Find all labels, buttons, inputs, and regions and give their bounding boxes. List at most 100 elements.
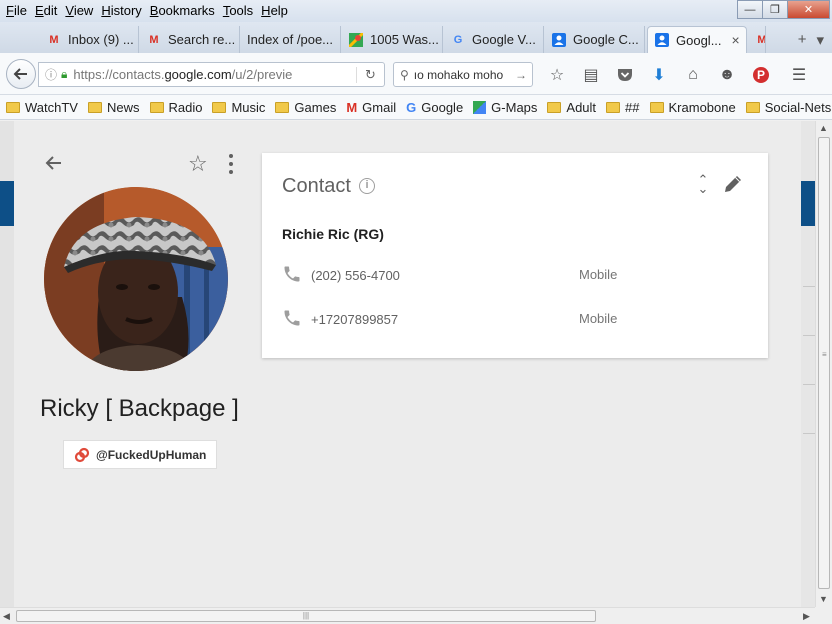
phone-number: +17207899857 — [311, 312, 399, 327]
hamburger-menu-icon[interactable]: ☰ — [782, 62, 816, 87]
gmail-icon: M — [49, 33, 59, 46]
bookmark-label: Social-Nets — [764, 99, 832, 115]
reading-list-icon[interactable]: ▤ — [574, 62, 608, 87]
close-tab-icon[interactable]: × — [732, 32, 740, 48]
bookmark-music[interactable]: Music — [212, 100, 265, 115]
star-icon[interactable]: ☆ — [188, 151, 208, 177]
social-handle: @FuckedUpHuman — [96, 447, 207, 462]
right-edge-panel — [801, 121, 815, 607]
folder-icon — [212, 101, 227, 113]
gmail-icon: M — [149, 33, 159, 46]
search-go-icon[interactable]: → — [510, 68, 532, 82]
contacts-icon — [551, 32, 567, 48]
page-content: ☆ Ricky [ Backpage] @FuckedUpHuman Cont… — [0, 121, 815, 607]
horizontal-scrollbar[interactable]: ◀ ||| ▶ — [0, 607, 815, 624]
tab-label: Google C... — [573, 32, 639, 47]
contact-top-actions: ☆ — [44, 151, 244, 179]
scroll-up-icon[interactable]: ▲ — [819, 123, 828, 133]
scroll-right-icon[interactable]: ▶ — [803, 611, 810, 622]
home-icon[interactable]: ⌂ — [676, 62, 710, 87]
expand-collapse-icon[interactable]: ⌃ ⌄ — [696, 173, 710, 195]
lock-icon: 🔒︎ — [61, 67, 68, 81]
search-box[interactable]: ⚲ ıo mohako moho → — [393, 62, 533, 87]
menu-help[interactable]: Help — [259, 2, 294, 18]
download-icon[interactable]: ⬇ — [642, 62, 676, 87]
menu-edit[interactable]: Edit — [33, 2, 63, 18]
back-arrow-icon[interactable] — [44, 153, 64, 179]
tab-controls: + ▾ — [798, 26, 832, 53]
smiley-icon[interactable]: ☻ — [710, 62, 744, 87]
gmail-icon: M — [757, 33, 766, 46]
bookmark-radio[interactable]: Radio — [149, 99, 203, 115]
pocket-icon[interactable] — [608, 62, 642, 87]
menu-bookmarks[interactable]: Bookmarks — [148, 2, 221, 18]
bookmark-label: Music — [231, 99, 266, 115]
bookmark-games[interactable]: Games — [275, 100, 336, 115]
tab-index[interactable]: Index of /poe... — [241, 26, 341, 53]
bookmark-g-maps[interactable]: G-Maps — [473, 100, 537, 115]
row-divider — [803, 433, 815, 434]
phone-icon — [282, 308, 302, 333]
tab-search-results[interactable]: M Search re... — [140, 26, 240, 53]
scrollbar-corner — [815, 607, 832, 624]
tab-inbox[interactable]: M Inbox (9) ... — [40, 26, 139, 53]
bookmark-hash[interactable]: ## — [606, 100, 640, 115]
google-icon: G — [406, 99, 417, 115]
tab-label: Index of /poe... — [247, 32, 334, 47]
bookmark-watchtv[interactable]: WatchTV — [6, 100, 78, 115]
bookmark-star-icon[interactable]: ☆ — [540, 62, 574, 87]
phone-row[interactable]: +17207899857 Mobile — [282, 308, 752, 332]
vertical-scrollbar[interactable]: ▲ ≡ ▼ — [815, 121, 832, 607]
tab-google-voice[interactable]: G Google V... — [444, 26, 544, 53]
reload-icon[interactable]: ↻ — [356, 66, 384, 83]
folder-icon — [649, 101, 664, 113]
row-divider — [803, 286, 815, 287]
menu-file[interactable]: File — [4, 2, 33, 18]
tab-contact-active[interactable]: Googl... × — [647, 26, 747, 53]
bookmark-adult[interactable]: Adult — [547, 100, 596, 115]
bookmark-gmail[interactable]: M Gmail — [346, 100, 396, 115]
window-controls: — ❐ ✕ — [737, 0, 830, 19]
new-tab-icon[interactable]: + — [798, 31, 807, 48]
menu-history[interactable]: History — [99, 2, 147, 18]
bookmark-label: News — [106, 99, 140, 115]
horizontal-scroll-thumb[interactable]: ||| — [16, 610, 596, 622]
bookmark-kramobone[interactable]: Kramobone — [649, 100, 736, 115]
tab-label: Google V... — [472, 32, 536, 47]
bookmark-google[interactable]: G Google — [406, 100, 463, 115]
phone-number: (202) 556-4700 — [311, 268, 400, 283]
pinterest-icon[interactable]: P — [744, 62, 778, 87]
bookmark-label: Gmail — [362, 99, 397, 115]
tab-gmail-overflow[interactable]: M — [750, 26, 766, 53]
url-text[interactable]: https://contacts.google.com/u/2/previe — [73, 67, 356, 82]
scroll-down-icon[interactable]: ▼ — [819, 594, 828, 604]
restore-button[interactable]: ❐ — [762, 0, 788, 19]
tab-list-icon[interactable]: ▾ — [816, 31, 824, 49]
tab-google-contacts[interactable]: Google C... — [545, 26, 645, 53]
info-icon[interactable]: i — [359, 178, 375, 194]
phone-row[interactable]: (202) 556-4700 Mobile — [282, 264, 752, 288]
more-options-icon[interactable] — [228, 154, 234, 174]
svg-text:P: P — [757, 68, 765, 82]
social-handle-chip[interactable]: @FuckedUpHuman — [63, 440, 218, 469]
browser-back-button[interactable] — [6, 59, 36, 89]
google-icon: G — [453, 33, 463, 46]
scroll-left-icon[interactable]: ◀ — [3, 611, 10, 622]
bookmark-news[interactable]: News — [87, 99, 140, 115]
bookmark-social-nets[interactable]: Social-Nets — [745, 99, 832, 115]
info-page-icon[interactable]: ⓘ — [45, 66, 57, 83]
menu-tools[interactable]: Tools — [221, 2, 259, 18]
tab-maps[interactable]: 1005 Was... — [342, 26, 443, 53]
address-bar[interactable]: ⓘ 🔒︎ https://contacts.google.com/u/2/pre… — [38, 62, 385, 87]
menu-view[interactable]: View — [63, 2, 99, 18]
vertical-scroll-thumb[interactable]: ≡ — [818, 137, 830, 589]
bookmark-label: Radio — [168, 99, 203, 115]
edit-pencil-icon[interactable] — [722, 173, 744, 200]
avatar — [44, 187, 228, 371]
close-window-button[interactable]: ✕ — [787, 0, 830, 19]
search-input[interactable]: ıo mohako moho — [414, 68, 503, 82]
tab-label: 1005 Was... — [370, 32, 439, 47]
contact-card: Contact i ⌃ ⌄ Richie Ric (RG) (202) 556-4… — [262, 153, 768, 358]
folder-icon — [149, 101, 164, 113]
minimize-button[interactable]: — — [737, 0, 763, 19]
